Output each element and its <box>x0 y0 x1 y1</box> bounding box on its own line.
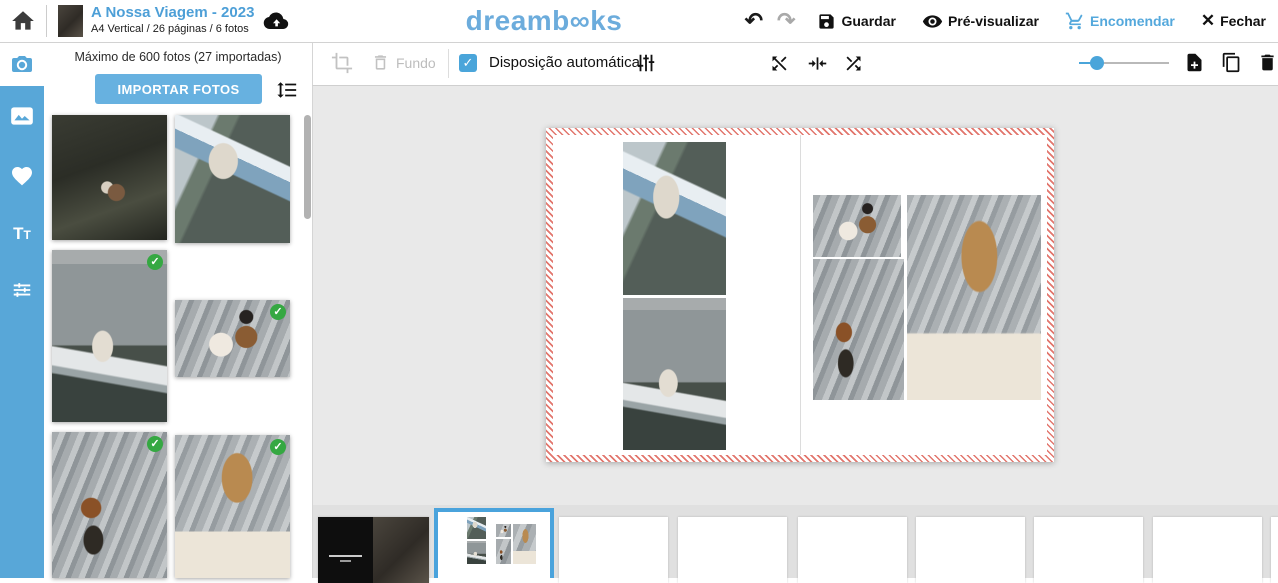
project-title: A Nossa Viagem - 2023 <box>91 4 254 22</box>
page-thumb-blank[interactable] <box>798 517 907 583</box>
save-button[interactable]: Guardar <box>817 12 895 31</box>
photo-thumb-couple-on-railing[interactable]: ✓ <box>52 115 167 240</box>
spread-fold-line <box>800 135 801 455</box>
auto-layout-label: Disposição automática <box>489 54 640 71</box>
background-label: Fundo <box>396 55 436 71</box>
spread-photo-woman-on-boat-under-cliff[interactable] <box>623 298 726 450</box>
page-thumb-blank[interactable] <box>916 517 1025 583</box>
used-check-icon: ✓ <box>147 436 163 452</box>
background-button[interactable]: Fundo <box>371 53 436 72</box>
sidebar-item-settings[interactable] <box>0 268 44 312</box>
cart-icon <box>1065 11 1085 31</box>
order-button[interactable]: Encomendar <box>1065 11 1175 31</box>
undo-icon[interactable]: ↶ <box>745 10 763 32</box>
shuffle-right-page-icon[interactable] <box>843 53 864 74</box>
header-divider <box>46 5 47 37</box>
duplicate-page-icon[interactable] <box>1221 52 1242 73</box>
preview-button[interactable]: Pré-visualizar <box>922 11 1039 32</box>
import-photos-button[interactable]: IMPORTAR FOTOS <box>95 74 262 104</box>
pages-strip <box>312 505 1278 578</box>
heart-icon <box>10 164 34 188</box>
sidebar: TT <box>0 42 44 578</box>
page-thumb-blank[interactable] <box>1153 517 1262 583</box>
sliders-icon <box>11 279 33 301</box>
spread-photo-woman-in-boat[interactable] <box>623 142 726 295</box>
cover-back <box>318 517 373 583</box>
text-icon: TT <box>13 224 31 244</box>
photo-thumb-couple-portrait-marble[interactable]: ✓ <box>175 300 290 377</box>
photo-thumb-woman-with-hat[interactable]: ✓ <box>175 435 290 578</box>
page-thumb-blank[interactable] <box>678 517 787 583</box>
merge-pages-icon[interactable] <box>807 53 828 74</box>
add-page-icon[interactable] <box>1184 52 1205 73</box>
cover-front-photo <box>373 517 429 583</box>
redo-icon[interactable]: ↷ <box>777 10 795 32</box>
page-thumb-blank[interactable] <box>559 517 668 583</box>
home-button[interactable] <box>10 8 36 34</box>
page-spread[interactable] <box>546 128 1054 462</box>
sort-photos-icon[interactable] <box>276 79 298 101</box>
save-icon <box>817 12 836 31</box>
zoom-slider-knob[interactable] <box>1090 56 1104 70</box>
close-icon: ✕ <box>1201 11 1215 31</box>
page-thumb-blank[interactable] <box>1034 517 1143 583</box>
eye-icon <box>922 11 943 32</box>
photo-thumb-man-leaning-on-rocks[interactable]: ✓ <box>52 432 167 578</box>
sidebar-item-text[interactable]: TT <box>0 212 44 256</box>
sidebar-item-favorites[interactable] <box>0 154 44 198</box>
dreambooks-logo: dreamb∞ks <box>466 5 623 37</box>
photos-panel: Máximo de 600 fotos (27 importadas) IMPO… <box>44 42 312 578</box>
trash-icon <box>371 53 390 72</box>
page-thumb-spread-selected[interactable] <box>434 508 554 578</box>
photos-limit-label: Máximo de 600 fotos (27 importadas) <box>44 50 312 64</box>
photos-icon <box>9 103 35 129</box>
page-spread-inner <box>553 135 1047 455</box>
cloud-sync-icon <box>262 9 290 33</box>
delete-page-icon[interactable] <box>1257 52 1278 73</box>
photo-thumb-woman-in-boat[interactable]: ✓ <box>175 115 290 243</box>
photo-thumb-woman-on-boat-under-cliff[interactable]: ✓ <box>52 250 167 422</box>
photos-scrollbar[interactable] <box>304 115 311 219</box>
project-subtitle: A4 Vertical / 26 páginas / 6 fotos <box>91 23 254 36</box>
crop-icon[interactable] <box>331 52 353 74</box>
camera-icon <box>10 52 34 76</box>
shuffle-left-page-icon[interactable] <box>769 53 790 74</box>
page-thumb-blank[interactable] <box>1271 517 1278 583</box>
zoom-slider[interactable] <box>1079 62 1169 64</box>
used-check-icon: ✓ <box>270 304 286 320</box>
editor-toolbar: Fundo ✓ Disposição automática <box>312 42 1278 86</box>
spread-photo-woman-with-hat[interactable] <box>907 195 1041 400</box>
spread-photo-couple-portrait-marble[interactable] <box>813 195 901 257</box>
auto-layout-checkbox[interactable]: ✓ <box>459 54 477 72</box>
page-thumb-cover[interactable] <box>318 517 429 583</box>
project-cover-thumbnail <box>58 5 83 37</box>
editor-canvas <box>312 85 1278 505</box>
layout-options-icon[interactable] <box>635 52 657 74</box>
app-header: A Nossa Viagem - 2023 A4 Vertical / 26 p… <box>0 0 1278 43</box>
toolbar-divider <box>448 49 449 78</box>
used-check-icon: ✓ <box>147 254 163 270</box>
close-button[interactable]: ✕ Fechar <box>1201 11 1266 31</box>
used-check-icon: ✓ <box>270 439 286 455</box>
sidebar-item-camera[interactable] <box>0 42 44 86</box>
spread-photo-man-leaning-on-rocks[interactable] <box>813 259 904 400</box>
sidebar-item-photos[interactable] <box>0 94 44 138</box>
